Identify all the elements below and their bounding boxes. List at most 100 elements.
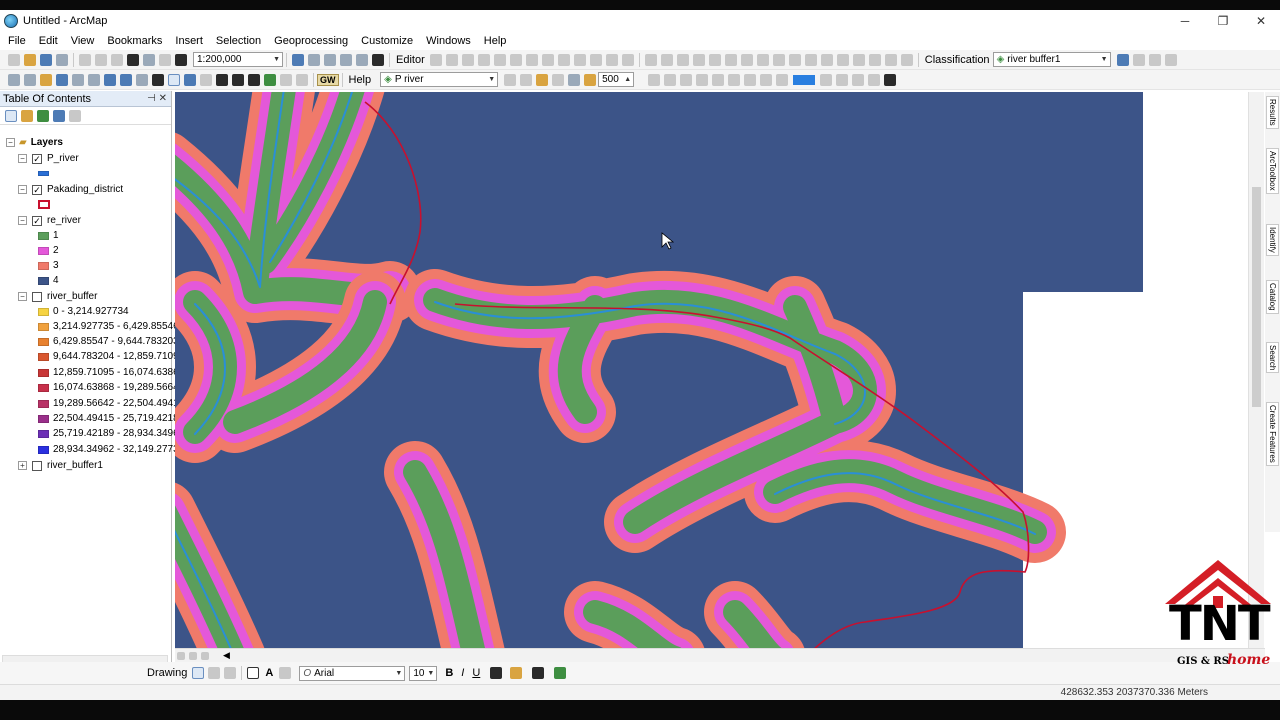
geometric-network-icon[interactable]	[708, 53, 721, 66]
pan-icon[interactable]	[40, 73, 52, 86]
animation-icon[interactable]	[900, 53, 913, 66]
identify-icon[interactable]	[184, 73, 196, 86]
restore-button[interactable]: ❐	[1204, 10, 1242, 32]
georef-update-icon[interactable]	[776, 73, 789, 86]
redo-icon[interactable]	[159, 53, 171, 66]
paste-icon[interactable]	[111, 53, 123, 66]
rectangle-icon[interactable]	[247, 667, 260, 679]
georef-viewer-icon[interactable]	[760, 73, 773, 86]
create-features-icon[interactable]	[621, 53, 634, 66]
class-swatch[interactable]	[38, 399, 49, 408]
data-view-icon[interactable]	[177, 651, 185, 660]
class-swatch[interactable]	[38, 337, 49, 346]
layer-visibility-checkbox[interactable]: ✓	[32, 184, 42, 195]
undo-icon[interactable]	[143, 53, 155, 66]
georef-rotate-icon[interactable]	[696, 73, 709, 86]
georef-scale-icon[interactable]	[728, 73, 741, 86]
parcel-editor-icon[interactable]	[772, 53, 785, 66]
endpoint-arc-icon[interactable]	[477, 53, 490, 66]
back-extent-icon[interactable]	[104, 73, 116, 86]
snapping-icon[interactable]	[660, 53, 673, 66]
toggle-icon[interactable]	[836, 73, 849, 86]
zoom-out-icon[interactable]	[24, 73, 36, 86]
marker-color-icon[interactable]	[554, 667, 567, 679]
find-route-icon[interactable]	[248, 73, 260, 86]
full-extent-icon[interactable]	[56, 73, 68, 86]
layer-river-buffer1[interactable]: + river_buffer1	[18, 458, 103, 473]
menu-geoprocessing[interactable]: Geoprocessing	[266, 35, 353, 47]
refresh-view-icon[interactable]	[201, 651, 209, 660]
class-swatch[interactable]	[38, 231, 49, 240]
export-icon[interactable]	[852, 73, 865, 86]
georef-shift-icon[interactable]	[712, 73, 725, 86]
menu-windows[interactable]: Windows	[418, 35, 476, 47]
bold-button[interactable]: B	[445, 667, 453, 679]
dock-tab-arctoolbox[interactable]: ArcToolbox	[1266, 148, 1279, 194]
route-editing-icon[interactable]	[820, 53, 833, 66]
new-document-icon[interactable]	[8, 53, 20, 66]
measure-icon[interactable]	[216, 73, 228, 86]
map-scale-combo[interactable]: 1:200,000 ▼	[193, 52, 283, 67]
select-elements-icon[interactable]	[168, 73, 180, 86]
list-by-selection-icon[interactable]	[53, 109, 65, 122]
toc-icon[interactable]	[308, 53, 320, 66]
distance-combo[interactable]: 500 ▲	[598, 72, 635, 87]
zoom-layer-icon[interactable]	[868, 73, 881, 86]
menu-view[interactable]: View	[63, 35, 100, 47]
print-icon[interactable]	[56, 53, 68, 66]
training-manager-icon[interactable]	[1116, 53, 1129, 66]
schematic-icon[interactable]	[836, 53, 849, 66]
annotation-icon[interactable]	[804, 53, 817, 66]
close-button[interactable]: ✕	[1242, 10, 1280, 32]
save-icon[interactable]	[40, 53, 52, 66]
select-features-icon[interactable]	[136, 73, 148, 86]
drawing-menu[interactable]: Drawing	[144, 667, 190, 679]
layer-re-river[interactable]: − ✓ re_river	[18, 213, 81, 228]
georef-fit-icon[interactable]	[744, 73, 757, 86]
collapse-icon[interactable]: −	[18, 185, 27, 194]
dock-tab-results[interactable]: Results	[1266, 96, 1279, 129]
dock-tab-identify[interactable]: Identify	[1266, 224, 1279, 256]
html-popup-icon[interactable]	[200, 73, 212, 86]
italic-button[interactable]: I	[461, 667, 464, 679]
cut-polygons-icon[interactable]	[541, 53, 554, 66]
toc-options-icon[interactable]	[69, 109, 81, 122]
trace-icon[interactable]	[493, 53, 506, 66]
scroll-left-icon[interactable]: ◀	[223, 650, 230, 661]
gw-extension-button[interactable]: GW	[317, 73, 339, 86]
line-color-icon[interactable]	[532, 667, 545, 679]
rotate-icon[interactable]	[208, 667, 221, 679]
python-icon[interactable]	[372, 53, 384, 66]
class-swatch[interactable]	[38, 261, 49, 270]
split-icon[interactable]	[557, 53, 570, 66]
dock-tab-catalog[interactable]: Catalog	[1266, 280, 1279, 314]
create-viewer-icon[interactable]	[296, 73, 308, 86]
classification-layer-combo[interactable]: ◈ river buffer1 ▼	[992, 52, 1111, 67]
zoom-whole-page-icon[interactable]	[224, 667, 237, 679]
layer-visibility-checkbox[interactable]	[32, 291, 42, 302]
open-icon[interactable]	[24, 53, 36, 66]
class-swatch[interactable]	[38, 414, 49, 423]
collapse-icon[interactable]: −	[18, 216, 27, 225]
copy-icon[interactable]	[95, 53, 107, 66]
font-size-combo[interactable]: 10 ▼	[409, 665, 438, 681]
dock-tab-search[interactable]: Search	[1266, 342, 1279, 374]
delete-icon[interactable]	[127, 53, 139, 66]
brightness-icon[interactable]	[584, 73, 597, 86]
collapse-icon[interactable]: −	[18, 154, 27, 163]
layer-p-river[interactable]: − ✓ P_river	[18, 151, 79, 166]
raster-extent-icon[interactable]	[568, 73, 581, 86]
editor-menu[interactable]: Editor	[393, 54, 428, 66]
dimensioning-icon[interactable]	[788, 53, 801, 66]
list-by-visibility-icon[interactable]	[37, 109, 49, 122]
layer-visibility-checkbox[interactable]	[32, 460, 42, 471]
versioning-icon[interactable]	[756, 53, 769, 66]
class-swatch[interactable]	[38, 352, 49, 361]
draw-rectangle-icon[interactable]	[1148, 53, 1161, 66]
clear-selection-icon[interactable]	[152, 73, 164, 86]
scrollbar-thumb[interactable]	[1252, 187, 1261, 407]
editor-toolbar-icon[interactable]	[292, 53, 304, 66]
layer-pakading-district[interactable]: − ✓ Pakading_district	[18, 182, 123, 197]
class-swatch[interactable]	[38, 368, 49, 377]
reshape-icon[interactable]	[525, 53, 538, 66]
